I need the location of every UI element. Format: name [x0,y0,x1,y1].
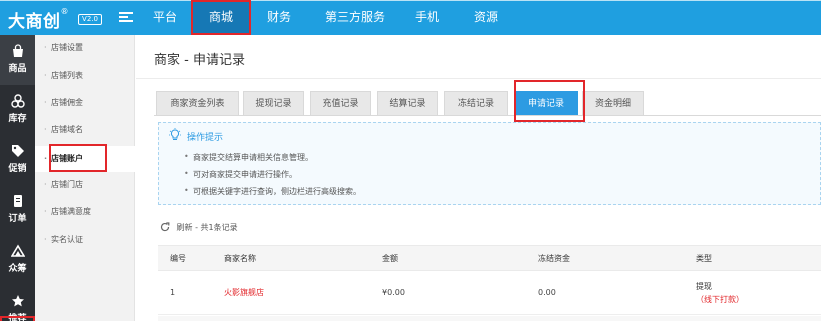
sidebar-item-promotion[interactable]: 促销 [0,135,35,185]
boxes-icon [10,94,25,108]
column-header-amount: 金额 [382,254,398,263]
registered-mark: ® [60,7,69,16]
tab-merchant-funds[interactable]: 商家资金列表 [156,91,239,115]
page-title: 商家 - 申请记录 [154,53,245,68]
top-navigation-bar: 大商创® V2.0 平台 商城 财务 第三方服务 手机 资源 [0,0,821,35]
nav-finance[interactable]: 财务 [254,0,304,35]
refresh-label: 刷新 [176,223,193,232]
document-icon [13,195,22,207]
cell-type: 提现 （线下打款） [696,280,744,306]
nav-mobile[interactable]: 手机 [403,0,451,35]
column-header-id: 编号 [170,254,186,263]
version-badge: V2.0 [78,14,102,25]
column-header-frozen: 冻结资金 [538,254,570,263]
subnav-item-shop-store[interactable]: 店铺门店 [35,172,135,198]
refresh-icon [160,222,170,232]
menu-toggle-icon[interactable] [119,12,133,24]
subnav-item-shop-commission[interactable]: 店铺佣金 [35,90,135,116]
tips-title: 操作提示 [187,133,224,143]
table-footer-strip [158,316,821,321]
cell-type-note: （线下打款） [696,295,744,304]
tab-settlements[interactable]: 结算记录 [377,91,438,115]
sidebar-item-crowdfunding[interactable]: 众筹 [0,235,35,285]
column-header-type: 类型 [696,254,712,263]
sidebar-item-label: 众筹 [8,264,27,274]
column-header-merchant: 商家名称 [224,254,256,263]
cell-id: 1 [170,288,176,297]
brand-logo[interactable]: 大商创® [8,7,69,32]
operation-tips-panel: 操作提示 商家提交结算申请相关信息管理。 可对商家提交申请进行操作。 可根据关键… [158,122,821,205]
sidebar-item-goods[interactable]: 商品 [0,35,35,85]
cell-frozen: 0.00 [538,288,556,297]
lightbulb-icon [169,128,181,140]
subnav-item-shop-domain[interactable]: 店铺域名 [35,117,135,143]
sidebar-highlight-box [0,316,35,321]
active-indicator-notch [127,149,136,167]
sidebar-item-label: 订单 [8,214,27,224]
tip-line: 可根据关键字进行查询，侧边栏进行高级搜索。 [184,186,361,197]
sidebar-item-label: 商品 [8,64,27,74]
tab-divider [154,115,821,116]
star-icon [11,295,24,307]
nav-mall-highlight-box [191,0,251,35]
tip-line: 商家提交结算申请相关信息管理。 [184,152,313,163]
nav-platform[interactable]: 平台 [142,0,188,35]
cell-type-label: 提现 [696,282,712,291]
secondary-sidebar: 店铺设置 店铺列表 店铺佣金 店铺域名 店铺账户 店铺门店 店铺满意度 实名认证 [35,35,135,321]
tab-recharges[interactable]: 充值记录 [310,91,371,115]
subnav-item-shop-satisfaction[interactable]: 店铺满意度 [35,199,135,225]
tag-icon [11,145,24,157]
table-row: 1 火影旗舰店 ¥0.00 0.00 提现 （线下打款） [158,271,821,315]
cell-merchant-link[interactable]: 火影旗舰店 [224,271,264,315]
sidebar-item-label: 促销 [8,164,27,174]
main-sidebar: 商品 库存 促销 订单 众筹 推荐 [0,35,35,321]
sidebar-item-label: 库存 [8,114,27,124]
refresh-button[interactable]: 刷新 - 共1条记录 [160,222,238,233]
crowdfund-icon [10,244,25,257]
sidebar-item-orders[interactable]: 订单 [0,185,35,235]
tab-fund-details[interactable]: 资金明细 [582,91,644,115]
record-count: - 共1条记录 [195,223,238,232]
nav-resources[interactable]: 资源 [461,0,511,35]
subnav-item-shop-list[interactable]: 店铺列表 [35,63,135,89]
tip-line: 可对商家提交申请进行操作。 [184,169,297,180]
main-content: 商家 - 申请记录 商家资金列表 提现记录 充值记录 结算记录 冻结记录 申请记… [136,35,821,321]
table-header: 编号 商家名称 金额 冻结资金 类型 [158,245,821,271]
sidebar-item-inventory[interactable]: 库存 [0,85,35,135]
brand-logo-text: 大商创 [8,12,61,32]
tab-withdrawals[interactable]: 提现记录 [243,91,304,115]
subnav-item-shop-settings[interactable]: 店铺设置 [35,35,135,61]
bag-icon [12,44,23,57]
subnav-highlight-box [49,144,107,172]
tab-applications-highlight-box [514,80,585,122]
tab-frozen[interactable]: 冻结记录 [444,91,508,115]
nav-third-party[interactable]: 第三方服务 [310,0,400,35]
subnav-item-verification[interactable]: 实名认证 [35,227,135,253]
cell-amount: ¥0.00 [382,288,405,297]
title-divider [136,78,821,79]
